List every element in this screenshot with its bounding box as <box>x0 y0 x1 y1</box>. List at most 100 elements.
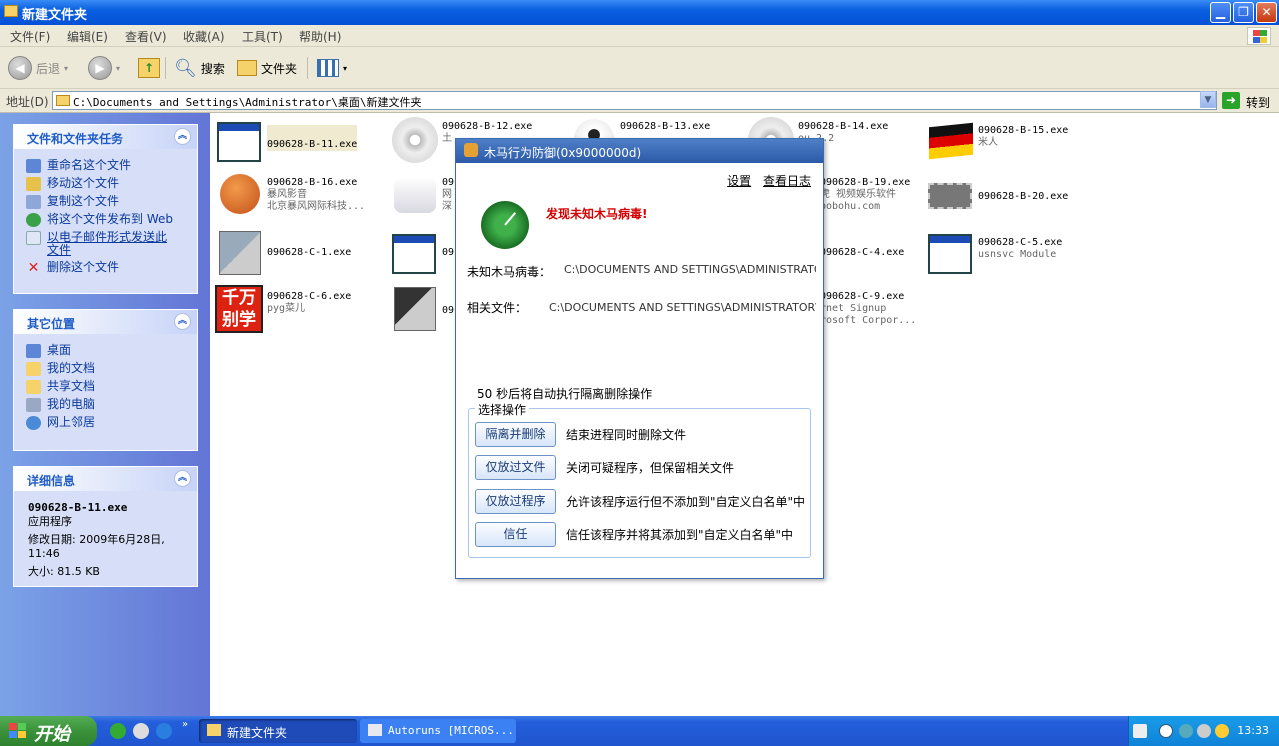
move-file-link[interactable]: 移动这个文件 <box>26 177 197 191</box>
start-label: 开始 <box>34 724 70 745</box>
quicklaunch-more-icon[interactable]: » <box>182 719 188 730</box>
collapse-chevron-icon[interactable]: ︽ <box>174 128 191 145</box>
shared-documents-label: 共享文档 <box>47 379 96 393</box>
back-button[interactable]: ◀ 后退 ▾ <box>8 55 68 81</box>
network-tray-icon[interactable] <box>1197 724 1211 738</box>
trust-button[interactable]: 信任 <box>475 522 556 547</box>
tray-arrow-icon[interactable] <box>1159 724 1173 738</box>
file-item[interactable]: 090628-C-5.exe usnsvc Module <box>926 231 1062 277</box>
maximize-button[interactable]: ❐ <box>1233 2 1254 23</box>
place-desktop[interactable]: 桌面 <box>26 344 197 358</box>
delete-label: 删除这个文件 <box>47 260 120 274</box>
go-arrow-icon[interactable]: ➜ <box>1222 92 1240 109</box>
copy-label: 复制这个文件 <box>47 194 120 208</box>
collapse-chevron-icon[interactable]: ︽ <box>174 313 191 330</box>
window-icon <box>928 234 972 274</box>
address-label: 地址(D) <box>6 95 49 109</box>
file-item[interactable]: 09 <box>390 231 454 277</box>
place-shared-documents[interactable]: 共享文档 <box>26 380 197 394</box>
delete-x-icon: ✕ <box>27 260 40 276</box>
tray-app-icon[interactable] <box>1179 724 1193 738</box>
cd-icon <box>392 117 438 163</box>
internet-explorer-icon[interactable] <box>156 723 172 739</box>
rename-file-link[interactable]: 重命名这个文件 <box>26 159 197 173</box>
file-item[interactable]: 090628-B-11.exe <box>215 119 358 165</box>
menu-favorites[interactable]: 收藏(A) <box>183 28 225 45</box>
network-label: 网上邻居 <box>47 415 96 429</box>
file-item[interactable]: 090628-B-15.exe 米人 <box>926 119 1068 165</box>
file-name: 090628-B-20.exe <box>978 191 1069 202</box>
file-company: 深 <box>442 201 452 212</box>
address-dropdown-button[interactable]: ▼ <box>1200 91 1216 108</box>
trojan-alert-dialog: 木马行为防御(0x9000000d) 设置 查看日志 发现未知木马病毒! 未知木… <box>455 138 824 579</box>
media-player-icon[interactable] <box>133 723 149 739</box>
close-button[interactable]: ✕ <box>1256 2 1277 23</box>
address-path: C:\Documents and Settings\Administrator\… <box>73 96 422 109</box>
file-item[interactable]: 千万 别学 090628-C-6.exe pyg菜儿 <box>215 285 351 333</box>
start-button[interactable]: 开始 <box>0 716 97 746</box>
virus-label: 未知木马病毒： <box>467 265 552 279</box>
dialog-titlebar[interactable]: 木马行为防御(0x9000000d) <box>456 139 823 163</box>
other-places-title: 其它位置 <box>27 317 76 331</box>
search-button[interactable]: 🔍︎ 搜索 <box>174 55 225 81</box>
place-network[interactable]: 网上邻居 <box>26 416 197 430</box>
task-button-folder[interactable]: 新建文件夹 <box>199 719 357 743</box>
file-name: 09 <box>442 247 455 258</box>
file-tasks-header[interactable]: 文件和文件夹任务 ︽ <box>14 125 197 149</box>
file-item[interactable]: 090628-C-1.exe <box>215 229 351 275</box>
file-item[interactable]: 090628-B-16.exe 暴风影音 北京暴风网际科技... <box>215 171 365 217</box>
menu-help[interactable]: 帮助(H) <box>299 28 341 45</box>
action-group: 选择操作 隔离并删除 结束进程同时删除文件 仅放过文件 关闭可疑程序，但保留相关… <box>468 401 811 558</box>
view-log-link[interactable]: 查看日志 <box>763 174 811 188</box>
email-file-link[interactable]: 以电子邮件形式发送此文件 <box>26 231 197 257</box>
views-button[interactable]: ▾ <box>317 55 347 81</box>
trust-desc: 信任该程序并将其添加到"自定义白名单"中 <box>566 528 794 542</box>
other-places-header[interactable]: 其它位置 ︽ <box>14 310 197 334</box>
installer-icon <box>219 231 261 275</box>
file-desc: pyg菜儿 <box>267 303 306 314</box>
place-my-documents[interactable]: 我的文档 <box>26 362 197 376</box>
action-group-label: 选择操作 <box>475 401 530 418</box>
allow-program-button[interactable]: 仅放过程序 <box>475 489 556 514</box>
keyboard-icon[interactable] <box>1133 724 1147 738</box>
german-flag-icon <box>929 122 973 160</box>
menu-view[interactable]: 查看(V) <box>125 28 167 45</box>
forward-button[interactable]: ▶ ▾ <box>88 55 120 81</box>
place-my-computer[interactable]: 我的电脑 <box>26 398 197 412</box>
quarantine-delete-button[interactable]: 隔离并删除 <box>475 422 556 447</box>
window-titlebar[interactable]: 新建文件夹 ▁ ❐ ✕ <box>0 0 1279 25</box>
menu-file[interactable]: 文件(F) <box>10 28 50 45</box>
file-item[interactable]: 09 网深 <box>390 171 454 217</box>
address-input[interactable]: C:\Documents and Settings\Administrator\… <box>52 91 1217 110</box>
task-button-autoruns[interactable]: Autoruns [MICROS... <box>360 719 516 743</box>
file-item[interactable]: 09 <box>390 285 454 331</box>
allow-file-button[interactable]: 仅放过文件 <box>475 455 556 480</box>
quicklaunch-icon[interactable] <box>110 723 126 739</box>
file-company: 北京暴风网际科技... <box>267 201 366 212</box>
toolbar: ◀ 后退 ▾ ▶ ▾ ↑ 🔍︎ 搜索 文件夹 ▾ <box>0 47 1279 89</box>
delete-file-link[interactable]: ✕ 删除这个文件 <box>26 260 197 276</box>
details-panel: 详细信息 ︽ 090628-B-11.exe 应用程序 修改日期: 2009年6… <box>13 466 198 587</box>
folders-button[interactable]: 文件夹 <box>237 55 297 81</box>
publish-web-link[interactable]: 将这个文件发布到 Web <box>26 213 197 227</box>
file-item[interactable]: 090628-B-20.exe <box>926 173 1068 219</box>
menu-tools[interactable]: 工具(T) <box>242 28 283 45</box>
menu-bar: 文件(F) 编辑(E) 查看(V) 收藏(A) 工具(T) 帮助(H) <box>0 25 1279 47</box>
menu-edit[interactable]: 编辑(E) <box>67 28 108 45</box>
file-name: 090628-B-19.exe <box>820 177 911 188</box>
settings-link[interactable]: 设置 <box>727 174 751 188</box>
details-header[interactable]: 详细信息 ︽ <box>14 467 197 491</box>
go-button[interactable]: 转到 <box>1246 94 1270 111</box>
back-label: 后退 <box>36 61 61 76</box>
file-name: 090628-C-4.exe <box>820 247 905 258</box>
copy-file-link[interactable]: 复制这个文件 <box>26 195 197 209</box>
drive-icon <box>394 177 436 213</box>
folder-icon <box>207 724 221 736</box>
up-folder-button[interactable]: ↑ <box>138 55 160 81</box>
file-name: 090628-C-9.exe <box>820 291 905 302</box>
minimize-button[interactable]: ▁ <box>1210 2 1231 23</box>
details-modified-time: 11:46 <box>28 547 60 560</box>
allow-file-desc: 关闭可疑程序，但保留相关文件 <box>566 461 735 475</box>
umbrella-icon[interactable] <box>1215 724 1229 738</box>
collapse-chevron-icon[interactable]: ︽ <box>174 470 191 487</box>
